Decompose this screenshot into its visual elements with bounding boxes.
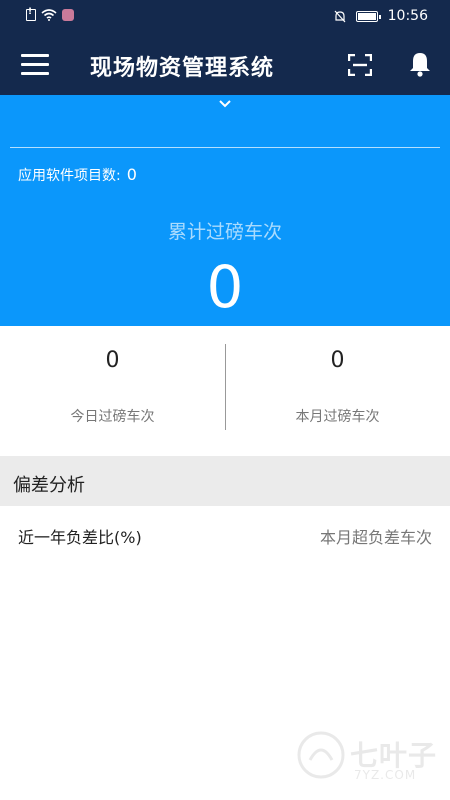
- project-count-value: 0: [126, 165, 137, 184]
- notification-app-icon: [62, 9, 74, 21]
- app-bar: 现场物资管理系统: [0, 34, 450, 95]
- battery-icon: [355, 10, 381, 22]
- deviation-section-header: 偏差分析: [0, 456, 450, 506]
- scan-icon[interactable]: [348, 54, 372, 76]
- deviation-row: 近一年负差比(%) 本月超负差车次: [0, 506, 450, 564]
- stats-row: 0 今日过磅车次 0 本月过磅车次: [0, 326, 450, 456]
- watermark: 七叶子 7YZ.COM: [292, 726, 442, 786]
- total-weighing-value: 0: [206, 253, 244, 321]
- month-weighing-stat[interactable]: 0 本月过磅车次: [225, 326, 450, 456]
- sim-alert-icon: [26, 7, 36, 21]
- monthly-over-negative-link[interactable]: 本月超负差车次: [320, 524, 432, 548]
- status-right-icons: 10:56: [334, 8, 428, 24]
- bell-icon[interactable]: [408, 51, 432, 77]
- today-weighing-stat[interactable]: 0 今日过磅车次: [0, 326, 225, 456]
- status-bar: 10:56: [0, 0, 450, 34]
- total-weighing-label: 累计过磅车次: [167, 221, 282, 243]
- month-weighing-label: 本月过磅车次: [295, 409, 380, 425]
- summary-panel: 应用软件项目数: 0 累计过磅车次 0: [0, 95, 450, 326]
- wifi-icon: [41, 9, 57, 21]
- chevron-down-icon[interactable]: [218, 99, 232, 109]
- status-left-icons: [26, 7, 74, 21]
- yearly-negative-ratio-link[interactable]: 近一年负差比(%): [18, 524, 142, 548]
- page-title: 现场物资管理系统: [90, 56, 275, 81]
- today-weighing-label: 今日过磅车次: [70, 409, 155, 425]
- month-weighing-value: 0: [330, 348, 345, 373]
- project-count-row: 应用软件项目数: 0: [18, 165, 137, 185]
- watermark-subtext: 7YZ.COM: [354, 768, 417, 782]
- watermark-logo-icon: [297, 731, 345, 779]
- deviation-section-title: 偏差分析: [13, 475, 85, 496]
- panel-divider: [10, 147, 440, 148]
- project-count-label: 应用软件项目数:: [18, 168, 121, 184]
- status-time: 10:56: [387, 8, 428, 24]
- mute-bell-icon: [334, 10, 346, 22]
- today-weighing-value: 0: [105, 348, 120, 373]
- menu-icon[interactable]: [21, 54, 49, 76]
